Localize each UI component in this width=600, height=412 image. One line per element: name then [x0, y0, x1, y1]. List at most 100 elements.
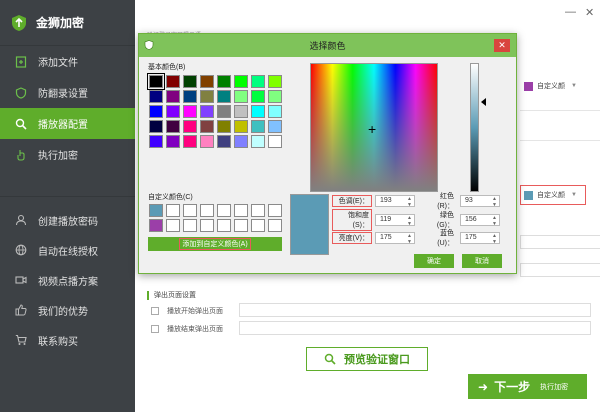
color-swatch[interactable]	[166, 75, 180, 88]
color-swatch[interactable]	[251, 219, 265, 232]
spinner-arrows-icon[interactable]: ▲ ▼	[407, 233, 412, 245]
color-swatch[interactable]	[234, 90, 248, 103]
color-swatch[interactable]	[166, 204, 180, 217]
sidebar-item-execute-encrypt[interactable]: 执行加密	[0, 139, 135, 170]
color-swatch[interactable]	[200, 75, 214, 88]
color-swatch[interactable]	[149, 135, 163, 148]
color-swatch	[524, 190, 533, 200]
next-step-button[interactable]: ➜ 下一步 执行加密	[468, 374, 587, 399]
luminance-pointer-icon[interactable]	[481, 98, 486, 106]
color-swatch[interactable]	[183, 219, 197, 232]
popup-end-url-input[interactable]	[239, 321, 591, 335]
sidebar-item-player-config[interactable]: 播放器配置	[0, 108, 135, 139]
color-swatch[interactable]	[217, 135, 231, 148]
red-input[interactable]: 93 ▲ ▼	[460, 194, 500, 208]
color-swatch[interactable]	[268, 219, 282, 232]
cancel-button[interactable]: 取消	[462, 254, 502, 268]
color-swatch[interactable]	[234, 219, 248, 232]
checkbox[interactable]	[151, 325, 159, 333]
color-swatch[interactable]	[268, 90, 282, 103]
color-swatch[interactable]	[166, 120, 180, 133]
dialog-titlebar[interactable]: 选择颜色 ✕	[139, 34, 516, 57]
color-swatch[interactable]	[200, 219, 214, 232]
color-swatch[interactable]	[149, 105, 163, 118]
sidebar-item-online-auth[interactable]: 自动在线授权	[0, 235, 135, 265]
color-swatch[interactable]	[251, 135, 265, 148]
spinner-arrows-icon[interactable]: ▲ ▼	[407, 215, 412, 227]
add-to-custom-colors-button[interactable]: 添加到自定义颜色(A)	[148, 237, 282, 251]
color-swatch[interactable]	[200, 105, 214, 118]
color-swatch[interactable]	[234, 105, 248, 118]
spinner-arrows-icon[interactable]: ▲ ▼	[492, 196, 497, 208]
color-swatch[interactable]	[166, 219, 180, 232]
saturation-input[interactable]: 119 ▲ ▼	[375, 213, 415, 227]
luminance-input[interactable]: 175 ▲ ▼	[375, 231, 415, 245]
text-input-strip[interactable]	[520, 263, 600, 277]
color-select-mid[interactable]: 自定义颜 ▼	[520, 185, 586, 205]
color-swatch[interactable]	[234, 204, 248, 217]
color-swatch[interactable]	[183, 75, 197, 88]
color-swatch[interactable]	[234, 135, 248, 148]
green-input[interactable]: 156 ▲ ▼	[460, 213, 500, 227]
ok-button[interactable]: 确定	[414, 254, 454, 268]
color-swatch[interactable]	[251, 90, 265, 103]
luminance-slider[interactable]	[470, 63, 479, 192]
color-swatch[interactable]	[200, 204, 214, 217]
checkbox[interactable]	[151, 307, 159, 315]
sidebar-item-vod-plan[interactable]: 视频点播方案	[0, 265, 135, 295]
sidebar-item-contact-purchase[interactable]: 联系购买	[0, 325, 135, 355]
color-swatch[interactable]	[217, 105, 231, 118]
blue-input[interactable]: 175 ▲ ▼	[460, 231, 500, 245]
color-swatch[interactable]	[183, 120, 197, 133]
color-swatch[interactable]	[217, 204, 231, 217]
color-swatch[interactable]	[217, 120, 231, 133]
color-swatch[interactable]	[183, 135, 197, 148]
color-swatch[interactable]	[217, 90, 231, 103]
color-swatch[interactable]	[268, 204, 282, 217]
popup-end-option[interactable]: 播放结束弹出页面	[151, 324, 223, 334]
color-swatch[interactable]	[149, 90, 163, 103]
color-spectrum[interactable]: +	[310, 63, 438, 192]
color-select-top[interactable]: 自定义颜 ▼	[520, 76, 586, 96]
color-swatch[interactable]	[200, 135, 214, 148]
color-swatch[interactable]	[183, 204, 197, 217]
color-swatch[interactable]	[166, 90, 180, 103]
color-swatch[interactable]	[183, 90, 197, 103]
dialog-close-button[interactable]: ✕	[494, 39, 510, 52]
color-swatch[interactable]	[268, 75, 282, 88]
sidebar-item-advantages[interactable]: 我们的优势	[0, 295, 135, 325]
color-swatch[interactable]	[268, 105, 282, 118]
hue-input[interactable]: 193 ▲ ▼	[375, 194, 415, 208]
color-swatch[interactable]	[200, 120, 214, 133]
sidebar-item-anti-record[interactable]: 防翻录设置	[0, 77, 135, 108]
color-swatch[interactable]	[183, 105, 197, 118]
sidebar-item-add-file[interactable]: 添加文件	[0, 46, 135, 77]
color-swatch[interactable]	[147, 73, 165, 90]
spinner-arrows-icon[interactable]: ▲ ▼	[492, 233, 497, 245]
color-swatch[interactable]	[149, 204, 163, 217]
minimize-button[interactable]: —	[565, 6, 576, 18]
color-swatch[interactable]	[251, 75, 265, 88]
color-swatch[interactable]	[234, 120, 248, 133]
popup-start-url-input[interactable]	[239, 303, 591, 317]
spinner-arrows-icon[interactable]: ▲ ▼	[492, 215, 497, 227]
color-swatch[interactable]	[251, 204, 265, 217]
sidebar-item-create-password[interactable]: 创建播放密码	[0, 205, 135, 235]
color-swatch[interactable]	[149, 219, 163, 232]
text-input-strip[interactable]	[520, 235, 600, 249]
color-swatch[interactable]	[200, 90, 214, 103]
color-swatch[interactable]	[251, 120, 265, 133]
preview-verify-window-button[interactable]: 预览验证窗口	[306, 347, 428, 371]
color-swatch[interactable]	[217, 219, 231, 232]
color-swatch[interactable]	[217, 75, 231, 88]
popup-start-option[interactable]: 播放开始弹出页面	[151, 306, 223, 316]
color-swatch[interactable]	[166, 105, 180, 118]
color-swatch[interactable]	[166, 135, 180, 148]
color-swatch[interactable]	[268, 135, 282, 148]
color-swatch[interactable]	[268, 120, 282, 133]
color-swatch[interactable]	[251, 105, 265, 118]
color-swatch[interactable]	[149, 120, 163, 133]
close-window-button[interactable]: ✕	[585, 6, 594, 19]
color-swatch[interactable]	[234, 75, 248, 88]
spinner-arrows-icon[interactable]: ▲ ▼	[407, 196, 412, 208]
